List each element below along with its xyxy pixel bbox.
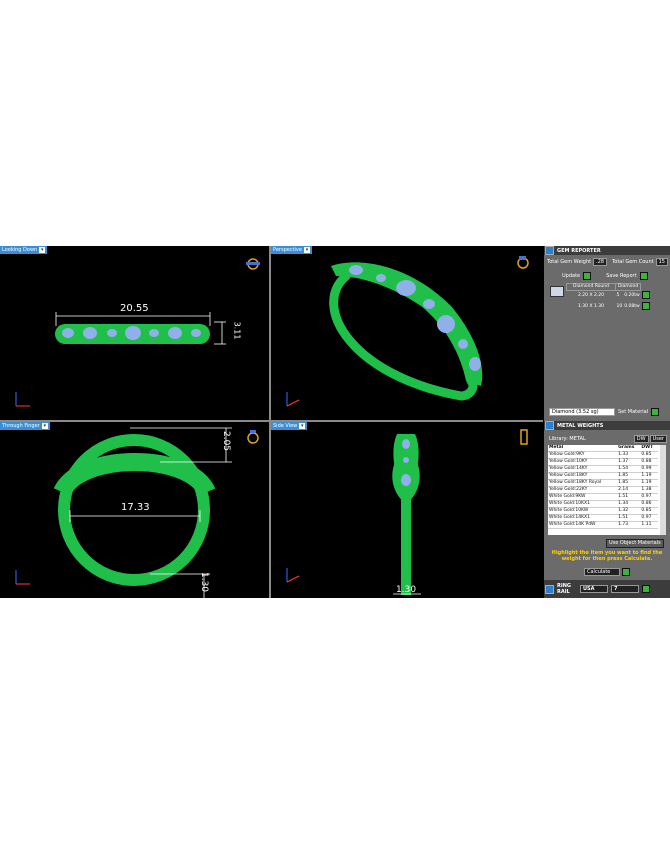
viewport-divider[interactable] [269, 246, 271, 598]
viewport-divider[interactable] [0, 420, 543, 422]
gem-header-shape: Diamond Round [566, 283, 616, 291]
update-button[interactable] [583, 272, 592, 280]
inner-diameter-dimension: 17.33 [121, 502, 150, 513]
table-row[interactable]: Yellow Gold:18KY 1.85 1.19 [548, 472, 658, 480]
gem-reporter-title: GEM REPORTER [557, 247, 601, 254]
metal-weights-note: Highlight the item you want to find the … [551, 550, 663, 562]
axis-indicator [286, 568, 300, 583]
total-weight-value: .28 [593, 258, 608, 266]
side-panel: GEM REPORTER Total Gem Weight .28 Total … [544, 246, 670, 598]
set-material-label: Set Material [618, 409, 649, 415]
total-weight-label: Total Gem Weight [547, 259, 592, 265]
ring-rail-icon [545, 584, 554, 594]
table-row[interactable]: White Gold:10KW 1.32 0.85 [548, 507, 658, 515]
table-row[interactable]: 1.30 X 1.30 10 0.08tw [567, 301, 651, 313]
metal-list[interactable]: Metal Grams DWT Yellow Gold:9KY 1.33 0.85 Yel… [548, 445, 666, 535]
table-row[interactable]: White Gold:10KX1 1.34 0.86 [548, 500, 658, 508]
ring-side-view [286, 429, 528, 595]
metal-weights-title: METAL WEIGHTS [557, 422, 604, 429]
ring-icon [517, 256, 529, 269]
metal-table: Metal Grams DWT Yellow Gold:9KY 1.33 0.85 Yel… [548, 445, 658, 529]
ring-top-view [15, 258, 260, 407]
table-row[interactable]: Yellow Gold:10KY 1.37 0.88 [548, 458, 658, 466]
material-select[interactable]: Diamond (3.52 sg) [549, 408, 615, 416]
viewport-looking-down[interactable]: Looking Down ▾ 20.55 3.11 [0, 246, 269, 420]
gem-table: Diamond Round Diamond 2.20 X 2.20 5 0.20tw … [566, 283, 651, 313]
ring-icon [247, 430, 259, 444]
axis-indicator [15, 570, 30, 585]
ring-perspective-view [286, 256, 529, 407]
viewport-side-view[interactable]: Side View ▾ 1.30 [271, 422, 543, 598]
metal-weights-header[interactable]: METAL WEIGHTS [544, 421, 670, 430]
table-row[interactable]: White Gold:9KW 1.51 0.97 [548, 493, 658, 501]
ring-rail-go-button[interactable] [642, 585, 650, 593]
calculate-button[interactable] [622, 568, 630, 576]
axis-indicator [286, 392, 300, 407]
use-object-materials-button[interactable]: Use Object Materials [606, 539, 664, 548]
gem-reporter-header[interactable]: GEM REPORTER [544, 246, 670, 255]
axis-indicator [15, 392, 30, 407]
table-row[interactable]: Yellow Gold:14KY 1.54 0.99 [548, 465, 658, 473]
save-report-button[interactable] [639, 272, 648, 280]
ring-rail-title: RING RAIL [557, 583, 571, 595]
user-toggle[interactable]: User [649, 435, 667, 443]
calculate-label: Calculate [584, 568, 620, 576]
table-row[interactable]: White Gold:14KX1 1.51 0.97 [548, 514, 658, 522]
row-action-button[interactable] [641, 301, 650, 310]
dw-toggle[interactable]: DW [633, 435, 649, 443]
table-row[interactable]: Yellow Gold:9KY 1.33 0.85 [548, 451, 658, 459]
library-label: Library: METAL [549, 436, 586, 442]
viewport-through-finger[interactable]: Through Finger ▾ 17.33 2.05 1.30 [0, 422, 269, 598]
width-dimension: 20.55 [120, 303, 149, 314]
ring-rail-header[interactable]: RING RAIL USA 7 [544, 580, 670, 598]
metal-scrollbar[interactable] [660, 445, 666, 535]
table-row[interactable]: Yellow Gold:22KY 2.14 1.38 [548, 486, 658, 494]
row-action-button[interactable] [641, 290, 650, 299]
save-report-label: Save Report [606, 273, 637, 279]
gem-icon [545, 246, 554, 255]
metal-icon [545, 421, 554, 430]
side-width-dimension: 1.30 [396, 585, 417, 595]
viewport-perspective[interactable]: Perspective ▾ [271, 246, 543, 420]
ring-icon [520, 429, 528, 445]
ring-size-select[interactable]: 7 [611, 585, 639, 593]
table-row[interactable]: White Gold:14K PdW 1.73 1.11 [548, 521, 658, 529]
set-material-button[interactable] [651, 408, 660, 416]
total-count-label: Total Gem Count [612, 259, 654, 265]
gem-thumbnail [550, 286, 564, 297]
band-thickness-dimension: 1.30 [199, 571, 210, 593]
total-count-value: 15 [655, 258, 668, 266]
height-dimension: 3.11 [232, 321, 242, 340]
table-row[interactable]: Yellow Gold:18KY Royal 1.85 1.19 [548, 479, 658, 487]
region-select[interactable]: USA [580, 585, 608, 593]
gem-header-type: Diamond [614, 283, 642, 291]
ring-icon [246, 258, 260, 270]
update-label: Update [562, 273, 581, 279]
table-row[interactable]: 2.20 X 2.20 5 0.20tw [567, 290, 651, 302]
head-height-dimension: 2.05 [221, 430, 232, 452]
